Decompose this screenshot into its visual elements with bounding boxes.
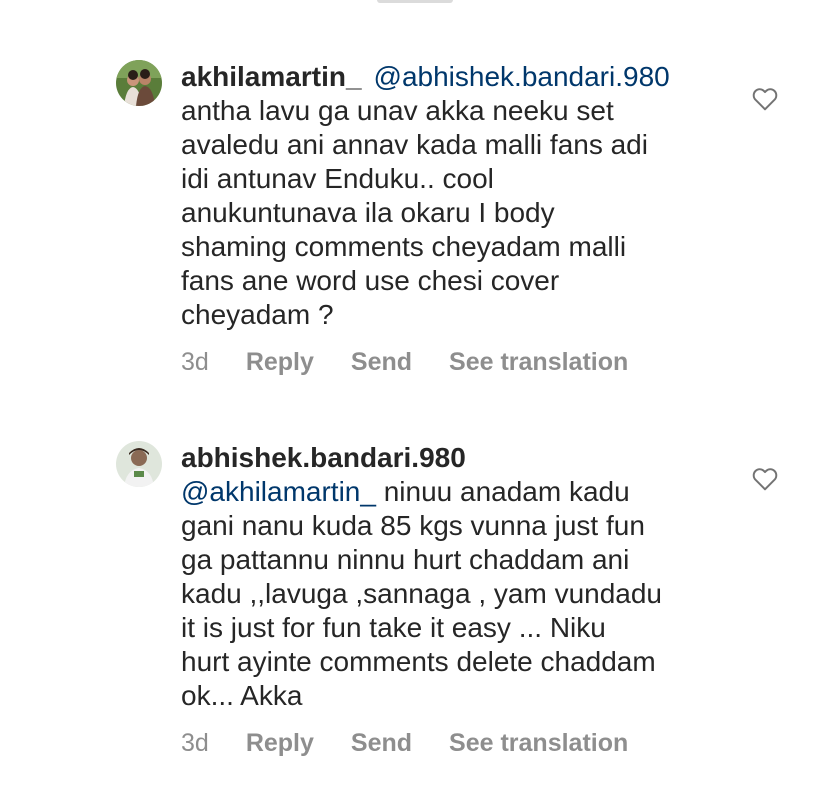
comment-username[interactable]: akhilamartin_	[181, 61, 362, 92]
comment-mention[interactable]: @akhilamartin_	[181, 476, 376, 507]
see-translation-button[interactable]: See translation	[449, 348, 628, 377]
heart-icon	[752, 88, 778, 111]
comment-text-content: ninuu anadam kadu gani nanu kuda 85 kgs …	[181, 476, 663, 711]
comment-timestamp: 3d	[181, 729, 209, 757]
see-translation-button[interactable]: See translation	[449, 729, 628, 758]
like-button[interactable]	[752, 87, 778, 111]
reply-button[interactable]: Reply	[246, 348, 314, 377]
reply-button[interactable]: Reply	[246, 729, 314, 758]
drag-handle[interactable]	[377, 0, 453, 3]
profile-photo-icon	[116, 60, 162, 106]
comment-timestamp: 3d	[181, 348, 209, 376]
comment-text: @akhilamartin_ ninuu anadam kadu gani na…	[181, 475, 741, 713]
heart-icon	[752, 468, 778, 491]
send-button[interactable]: Send	[351, 348, 412, 377]
like-button[interactable]	[752, 467, 778, 491]
comment-actions: 3d Reply Send See translation	[181, 729, 628, 758]
profile-photo-icon	[116, 441, 162, 487]
comment-text: antha lavu ga unav akka neeku set avaled…	[181, 95, 648, 330]
avatar[interactable]	[116, 441, 162, 487]
comment-username[interactable]: abhishek.bandari.980	[181, 442, 466, 473]
send-button[interactable]: Send	[351, 729, 412, 758]
comment-actions: 3d Reply Send See translation	[181, 348, 628, 377]
avatar[interactable]	[116, 60, 162, 106]
comment-body: abhishek.bandari.980 @akhilamartin_ ninu…	[181, 441, 741, 713]
comment-body: akhilamartin_ @abhishek.bandari.980 antha…	[181, 60, 741, 332]
comment-mention[interactable]: @abhishek.bandari.980	[374, 61, 670, 92]
